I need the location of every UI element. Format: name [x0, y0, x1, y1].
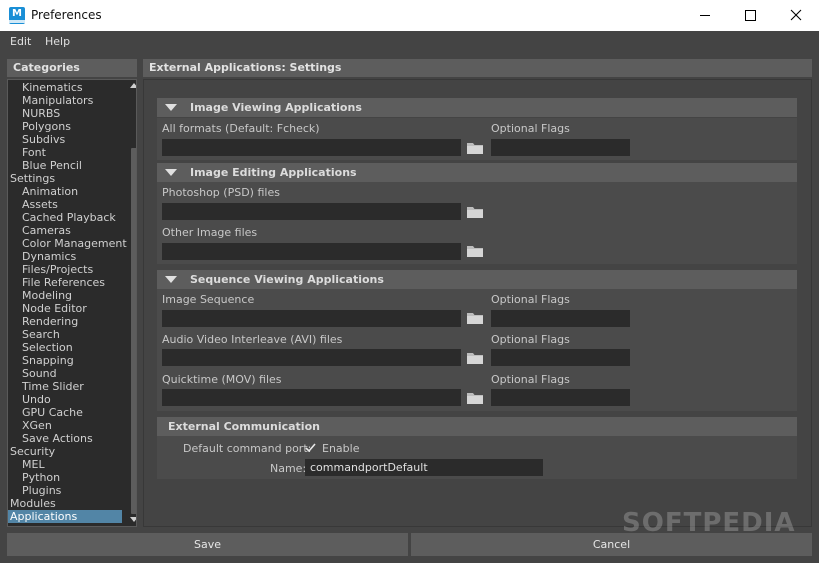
- category-item[interactable]: Save Actions: [8, 432, 122, 445]
- category-item[interactable]: Files/Projects: [8, 263, 122, 276]
- categories-header: Categories: [7, 59, 137, 77]
- maximize-icon: [745, 10, 756, 21]
- window-title: Preferences: [31, 8, 102, 22]
- category-item[interactable]: Time Slider: [8, 380, 122, 393]
- categories-list[interactable]: Kinematics Manipulators NURBS Polygons Subdi…: [7, 79, 137, 527]
- collapse-triangle-icon[interactable]: [165, 104, 177, 111]
- folder-icon[interactable]: [466, 204, 484, 220]
- category-item[interactable]: Undo: [8, 393, 122, 406]
- category-item[interactable]: Blue Pencil: [8, 159, 122, 172]
- scroll-up-icon[interactable]: [130, 82, 137, 90]
- category-item[interactable]: Settings: [8, 172, 122, 185]
- optional-flags-label: Optional Flags: [491, 333, 570, 346]
- folder-icon[interactable]: [466, 390, 484, 406]
- avi-files-field[interactable]: [162, 349, 461, 366]
- collapse-triangle-icon[interactable]: [165, 169, 177, 176]
- folder-icon[interactable]: [466, 140, 484, 156]
- category-item[interactable]: XGen: [8, 419, 122, 432]
- section-title: External Communication: [168, 420, 320, 433]
- section-external-communication[interactable]: External Communication: [157, 417, 797, 436]
- optional-flags-label: Optional Flags: [491, 293, 570, 306]
- title-bar: M Preferences: [0, 0, 819, 31]
- category-item[interactable]: Cameras: [8, 224, 122, 237]
- section-title: Image Viewing Applications: [190, 101, 362, 114]
- enable-label: Enable: [322, 442, 360, 455]
- menu-help[interactable]: Help: [45, 35, 70, 48]
- category-item[interactable]: GPU Cache: [8, 406, 122, 419]
- section-image-viewing[interactable]: Image Viewing Applications: [157, 98, 797, 117]
- optional-flags-field[interactable]: [491, 310, 630, 327]
- category-item[interactable]: Animation: [8, 185, 122, 198]
- command-port-label: Default command port:: [183, 442, 312, 455]
- category-item[interactable]: Subdivs: [8, 133, 122, 146]
- category-item[interactable]: Search: [8, 328, 122, 341]
- scroll-thumb[interactable]: [131, 148, 136, 514]
- category-item[interactable]: Rendering: [8, 315, 122, 328]
- category-item[interactable]: Manipulators: [8, 94, 122, 107]
- scroll-down-icon[interactable]: [130, 516, 137, 524]
- optional-flags-label: Optional Flags: [491, 373, 570, 386]
- command-port-name-field[interactable]: commandportDefault: [305, 459, 543, 476]
- category-item[interactable]: File References: [8, 276, 122, 289]
- categories-scrollbar[interactable]: [130, 80, 137, 526]
- category-item[interactable]: Dynamics: [8, 250, 122, 263]
- optional-flags-field[interactable]: [491, 349, 630, 366]
- category-item[interactable]: Modeling: [8, 289, 122, 302]
- content-header: External Applications: Settings: [143, 59, 812, 77]
- enable-checkbox[interactable]: [304, 441, 317, 454]
- folder-icon[interactable]: [466, 310, 484, 326]
- category-item[interactable]: NURBS: [8, 107, 122, 120]
- folder-icon[interactable]: [466, 350, 484, 366]
- image-sequence-label: Image Sequence: [162, 293, 255, 306]
- category-item[interactable]: Modules: [8, 497, 122, 510]
- checkmark-icon: [305, 443, 316, 453]
- save-button[interactable]: Save: [7, 533, 408, 556]
- category-item[interactable]: MEL: [8, 458, 122, 471]
- mov-files-label: Quicktime (MOV) files: [162, 373, 282, 386]
- section-title: Sequence Viewing Applications: [190, 273, 384, 286]
- category-item[interactable]: Security: [8, 445, 122, 458]
- psd-files-label: Photoshop (PSD) files: [162, 186, 280, 199]
- all-formats-label: All formats (Default: Fcheck): [162, 122, 320, 135]
- menu-edit[interactable]: Edit: [10, 35, 31, 48]
- avi-files-label: Audio Video Interleave (AVI) files: [162, 333, 343, 346]
- optional-flags-field[interactable]: [491, 139, 630, 156]
- category-item[interactable]: Color Management: [8, 237, 127, 250]
- maximize-button[interactable]: [727, 0, 773, 31]
- psd-files-field[interactable]: [162, 203, 461, 220]
- mov-files-field[interactable]: [162, 389, 461, 406]
- category-item[interactable]: Assets: [8, 198, 122, 211]
- optional-flags-field[interactable]: [491, 389, 630, 406]
- other-image-files-field[interactable]: [162, 243, 461, 260]
- optional-flags-label: Optional Flags: [491, 122, 570, 135]
- image-sequence-field[interactable]: [162, 310, 461, 327]
- softpedia-watermark: SOFTPEDIA: [622, 508, 796, 538]
- all-formats-field[interactable]: [162, 139, 461, 156]
- minimize-icon: [700, 15, 710, 16]
- category-item[interactable]: Node Editor: [8, 302, 122, 315]
- category-item[interactable]: Font: [8, 146, 122, 159]
- category-item[interactable]: Sound: [8, 367, 122, 380]
- category-item[interactable]: Plugins: [8, 484, 122, 497]
- category-item[interactable]: Python: [8, 471, 122, 484]
- minimize-button[interactable]: [682, 0, 728, 31]
- menu-bar: Edit Help: [0, 31, 819, 53]
- other-image-files-label: Other Image files: [162, 226, 258, 239]
- category-item[interactable]: Cached Playback: [8, 211, 122, 224]
- section-sequence-viewing[interactable]: Sequence Viewing Applications: [157, 270, 797, 289]
- section-image-editing[interactable]: Image Editing Applications: [157, 163, 797, 182]
- category-item[interactable]: Selection: [8, 341, 122, 354]
- category-item[interactable]: Polygons: [8, 120, 122, 133]
- section-title: Image Editing Applications: [190, 166, 357, 179]
- category-item[interactable]: Kinematics: [8, 81, 122, 94]
- name-label: Name:: [270, 462, 307, 475]
- collapse-triangle-icon[interactable]: [165, 276, 177, 283]
- maya-app-icon: M: [9, 7, 25, 24]
- folder-icon[interactable]: [466, 243, 484, 259]
- close-icon: [790, 9, 802, 21]
- category-item[interactable]: Applications: [8, 510, 122, 523]
- close-button[interactable]: [773, 0, 819, 31]
- category-item[interactable]: Snapping: [8, 354, 122, 367]
